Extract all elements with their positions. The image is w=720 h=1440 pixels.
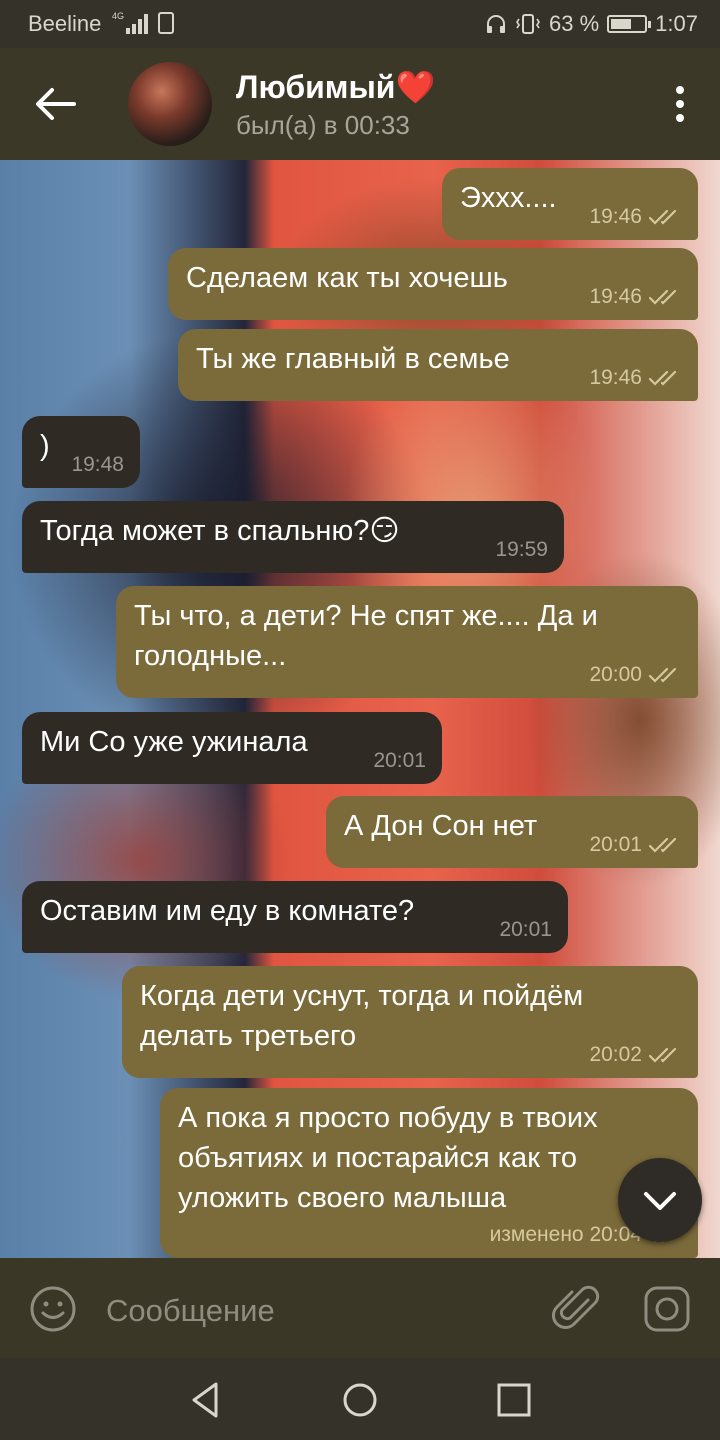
outgoing-message[interactable]: Сделаем как ты хочешь 19:46 — [168, 248, 698, 320]
smiley-icon[interactable] — [28, 1284, 78, 1334]
message-meta: 19:46 — [589, 367, 682, 389]
incoming-message[interactable]: Тогда может в спальню?😏 19:59 — [22, 501, 564, 573]
chevron-down-icon — [644, 1192, 676, 1210]
double-check-icon — [648, 289, 677, 305]
message-meta: 20:02 — [589, 1044, 682, 1066]
message-meta: 19:46 — [589, 206, 682, 228]
message-meta: 19:48 — [71, 454, 124, 476]
composer — [0, 1258, 720, 1358]
message-meta: 19:46 — [589, 286, 682, 308]
message-timestamp: 20:01 — [373, 749, 426, 772]
contact-name[interactable]: Любимый❤️ — [236, 68, 435, 106]
incoming-message[interactable]: Оставим им еду в комнате? 20:01 — [22, 881, 568, 953]
message-text: Оставим им еду в комнате? — [40, 895, 415, 927]
double-check-icon — [648, 667, 677, 683]
message-timestamp: 19:59 — [495, 538, 548, 561]
message-text: Тогда может в спальню?😏 — [40, 515, 400, 547]
nav-home-icon[interactable] — [340, 1380, 380, 1420]
chat-header: Любимый❤️ был(а) в 00:33 — [0, 48, 720, 160]
outgoing-message[interactable]: А Дон Сон нет 20:01 — [326, 796, 698, 868]
battery-percent: 63 % — [549, 11, 600, 36]
message-meta: 20:01 — [589, 834, 682, 856]
double-check-icon — [648, 370, 677, 386]
message-timestamp: 20:00 — [589, 663, 642, 686]
message-meta: 19:59 — [495, 539, 548, 561]
message-timestamp: 20:02 — [589, 1043, 642, 1066]
clock: 1:07 — [655, 11, 698, 36]
battery-icon — [607, 15, 652, 33]
message-text: А пока я просто побуду в твоих объятиях … — [178, 1102, 598, 1214]
nav-recent-apps-icon[interactable] — [494, 1380, 534, 1420]
arrow-left-icon[interactable] — [30, 82, 80, 126]
system-navigation-bar — [0, 1358, 720, 1440]
double-check-icon — [648, 837, 677, 853]
outgoing-message[interactable]: Эххх.... 19:46 — [442, 168, 698, 240]
last-seen-status: был(а) в 00:33 — [236, 110, 410, 140]
message-list[interactable]: Эххх.... 19:46 Сделаем как ты хочешь 19:46 Т… — [0, 160, 720, 1258]
sim-icon — [158, 12, 174, 34]
outgoing-message[interactable]: Ты же главный в семье 19:46 — [178, 329, 698, 401]
message-meta: 20:00 — [589, 664, 682, 686]
status-bar: Beeline 4G 63 % 1:07 — [0, 0, 720, 48]
vibrate-icon — [516, 14, 540, 34]
double-check-icon — [648, 1047, 677, 1063]
incoming-message[interactable]: ) 19:48 — [22, 416, 140, 488]
message-timestamp: 19:46 — [589, 205, 642, 228]
outgoing-message[interactable]: Когда дети уснут, тогда и пойдём делать … — [122, 966, 698, 1078]
message-input[interactable] — [104, 1288, 528, 1334]
headphones-icon — [487, 15, 506, 33]
message-meta: 20:01 — [373, 750, 426, 772]
message-timestamp: 19:46 — [589, 285, 642, 308]
outgoing-message[interactable]: Ты что, а дети? Не спят же.... Да и голо… — [116, 586, 698, 698]
camera-icon[interactable] — [642, 1284, 692, 1334]
message-meta: 20:01 — [499, 919, 552, 941]
message-timestamp: 19:46 — [589, 366, 642, 389]
message-timestamp: 19:48 — [71, 453, 124, 476]
svg-text:4G: 4G — [112, 11, 124, 21]
message-timestamp: 20:01 — [499, 918, 552, 941]
avatar[interactable] — [128, 62, 212, 146]
message-timestamp: 20:01 — [589, 833, 642, 856]
paperclip-icon[interactable] — [552, 1280, 602, 1336]
carrier-name: Beeline — [28, 11, 102, 36]
signal-icon: 4G — [112, 11, 148, 34]
scroll-down-button[interactable] — [618, 1158, 702, 1242]
double-check-icon — [648, 209, 677, 225]
incoming-message[interactable]: Ми Со уже ужинала 20:01 — [22, 712, 442, 784]
nav-back-icon[interactable] — [186, 1380, 226, 1420]
more-vertical-icon[interactable] — [674, 86, 686, 126]
message-text: Ми Со уже ужинала — [40, 726, 308, 758]
